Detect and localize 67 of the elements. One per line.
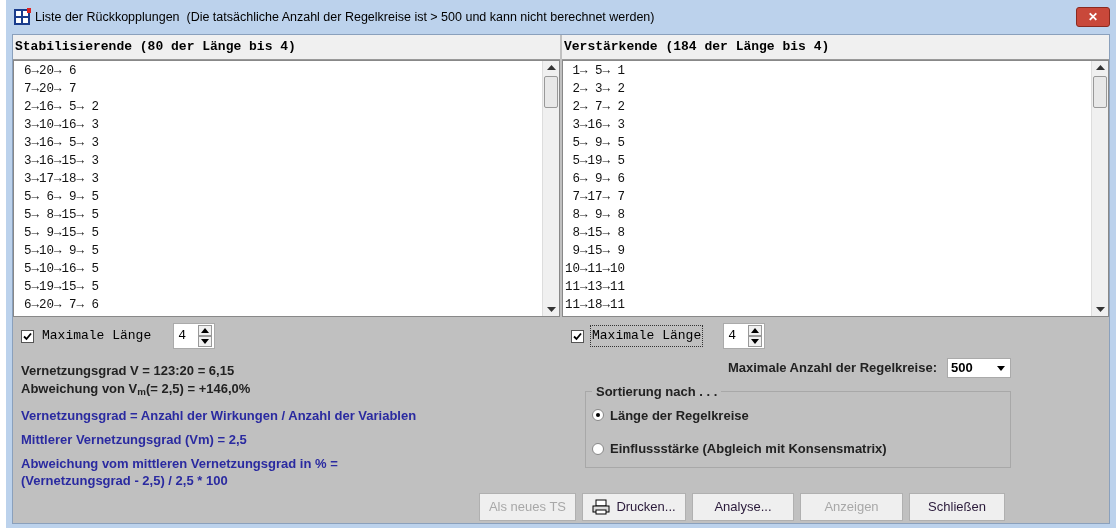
loop-item[interactable]: 3→16→ 3 (565, 116, 625, 134)
length-spinner[interactable]: 4 (173, 323, 216, 349)
formula-note: Mittlerer Vernetzungsgrad (Vm) = 2,5 (21, 431, 248, 448)
dialog-button[interactable]: Drucken... (582, 493, 686, 521)
checkbox[interactable] (21, 329, 34, 343)
loop-item[interactable]: 2→16→ 5→ 2 (24, 98, 99, 116)
radio-button[interactable] (592, 442, 604, 455)
loop-item[interactable]: 5→ 9→ 5 (565, 134, 625, 152)
feedback-list[interactable]: 6→20→ 6 7→20→ 7 2→16→ 5→ 2 3→10→16→ 3 3→16→ 5→ 3 3→16→15→ 3 3→17→18→ 3 5→ 6→ 9→ 5 5→ 8→15→ 5 5→ 9→15→ 5 5→10→ 9→ 5 5→10→16→ 5 5→19→15→ 5 6→20→ 7→ 6 (13, 60, 560, 317)
feedback-list[interactable]: 1→ 5→ 1 2→ 3→ 2 2→ 7→ 2 3→16→ 3 5→ 9→ 5 5→19→ 5 6→ 9→ 6 7→17→ 7 8→ 9→ 8 8→15→ 8 9→15→ 9 10→11→10 11→13→11 11→18→11 (562, 60, 1109, 317)
max-loops-dropdown[interactable]: 500 (947, 358, 1011, 378)
loop-item[interactable]: 5→10→16→ 5 (24, 260, 99, 278)
close-button[interactable]: ✕ (1076, 7, 1110, 27)
printer-icon (592, 499, 611, 515)
spin-arrows-icon[interactable] (748, 325, 763, 347)
app-icon (13, 8, 31, 26)
loop-item[interactable]: 8→ 9→ 8 (565, 206, 625, 224)
loop-item[interactable]: 6→20→ 6 (24, 62, 77, 80)
max-length-label[interactable]: Maximale Länge (40, 325, 154, 347)
loop-item[interactable]: 3→16→ 5→ 3 (24, 134, 99, 152)
loop-item[interactable]: 5→19→15→ 5 (24, 278, 99, 296)
loop-item[interactable]: 3→17→18→ 3 (24, 170, 99, 188)
list-header: Stabilisierende (80 der Länge bis 4) (13, 35, 560, 60)
length-spinner[interactable]: 4 (723, 323, 766, 349)
loop-item[interactable]: 2→ 3→ 2 (565, 80, 625, 98)
max-loops-label: Maximale Anzahl der Regelkreise: (727, 359, 937, 378)
scroll-down-icon[interactable] (546, 307, 556, 313)
loop-item[interactable]: 6→ 9→ 6 (565, 170, 625, 188)
dialog-button[interactable]: Analyse... (692, 493, 794, 521)
radio-label[interactable]: Länge der Regelkreise (610, 405, 749, 425)
loop-item[interactable]: 6→20→ 7→ 6 (24, 296, 99, 314)
sorting-legend: Sortierung nach . . . (592, 382, 722, 402)
radio-label[interactable]: Einflussstärke (Abgleich mit Konsensmatrix) (610, 439, 887, 459)
loop-item[interactable]: 5→ 9→15→ 5 (24, 224, 99, 242)
loop-item[interactable]: 1→ 5→ 1 (565, 62, 625, 80)
loop-item[interactable]: 5→10→ 9→ 5 (24, 242, 99, 260)
scrollbar[interactable] (1091, 61, 1108, 316)
scroll-up-icon[interactable] (546, 64, 556, 70)
loop-item[interactable]: 5→ 8→15→ 5 (24, 206, 99, 224)
scroll-thumb[interactable] (1093, 76, 1107, 108)
loop-item[interactable]: 8→15→ 8 (565, 224, 625, 242)
loop-item[interactable]: 7→17→ 7 (565, 188, 625, 206)
spin-arrows-icon[interactable] (198, 325, 213, 347)
loop-item[interactable]: 9→15→ 9 (565, 242, 625, 260)
list-header: Verstärkende (184 der Länge bis 4) (562, 35, 1109, 60)
window-title: Liste der Rückkopplungen (Die tatsächliche Anzahl der Regelkreise ist > 500 und kann nicht berechnet werden) (35, 8, 656, 26)
dialog-button[interactable]: Schließen (909, 493, 1005, 521)
scroll-up-icon[interactable] (1095, 64, 1105, 70)
scroll-down-icon[interactable] (1095, 307, 1105, 313)
scroll-thumb[interactable] (544, 76, 558, 108)
checkbox[interactable] (571, 329, 584, 343)
formula-note: Abweichung vom mittleren Vernetzungsgrad in % = (Vernetzungsgrad - 2,5) / 2,5 * 100 (21, 455, 339, 489)
max-length-label[interactable]: Maximale Länge (590, 325, 704, 347)
loop-item[interactable]: 2→ 7→ 2 (565, 98, 625, 116)
loop-item[interactable]: 11→13→11 (565, 278, 625, 296)
loop-item[interactable]: 5→ 6→ 9→ 5 (24, 188, 99, 206)
scrollbar[interactable] (542, 61, 559, 316)
loop-item[interactable]: 7→20→ 7 (24, 80, 77, 98)
formula-note: Vernetzungsgrad = Anzahl der Wirkungen / Anzahl der Variablen (21, 407, 418, 424)
loop-item[interactable]: 3→16→15→ 3 (24, 152, 99, 170)
stat-text: Abweichung von V$_{m}$(= 2,5) = +146,0% (21, 381, 252, 397)
radio-button[interactable] (592, 409, 604, 422)
stat-text: Vernetzungsgrad V = 123:20 = 6,15 (21, 363, 236, 379)
loop-item[interactable]: 5→19→ 5 (565, 152, 625, 170)
loop-item[interactable]: 11→18→11 (565, 296, 625, 314)
loop-item[interactable]: 3→10→16→ 3 (24, 116, 99, 134)
loop-item[interactable]: 10→11→10 (565, 260, 625, 278)
